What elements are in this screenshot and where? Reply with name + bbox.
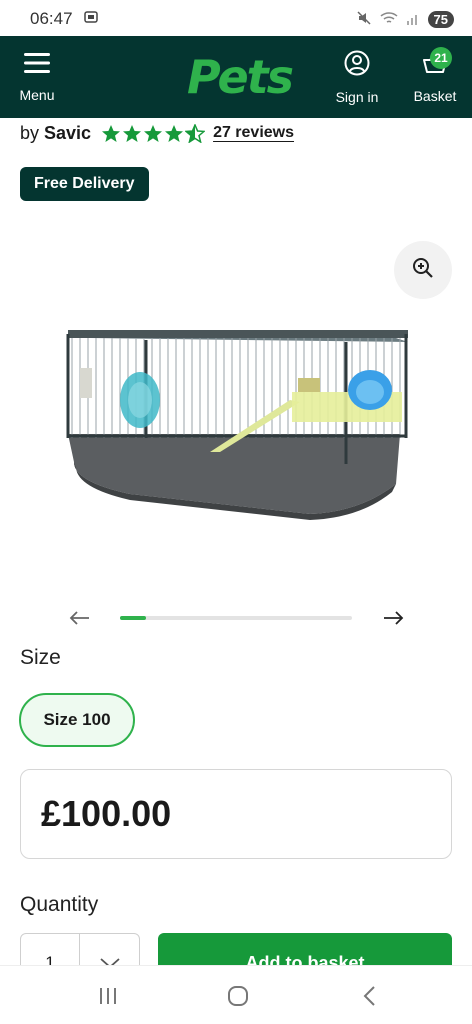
wifi-icon xyxy=(380,10,398,29)
carousel-next-button[interactable] xyxy=(381,606,405,630)
star-full-icon xyxy=(165,124,184,142)
back-icon xyxy=(363,986,375,1006)
signin-label: Sign in xyxy=(335,88,379,105)
home-button[interactable] xyxy=(226,984,250,1008)
carousel-progress xyxy=(120,616,352,620)
menu-button[interactable]: Menu xyxy=(14,36,60,118)
signin-button[interactable]: Sign in xyxy=(330,36,384,118)
rating-stars xyxy=(101,123,206,143)
zoom-in-icon xyxy=(412,257,434,284)
system-nav-bar xyxy=(0,965,472,1024)
status-time: 06:47 xyxy=(30,9,73,28)
star-full-icon xyxy=(144,124,163,142)
battery-indicator: 75 xyxy=(427,10,454,28)
reviews-link[interactable]: 27 reviews xyxy=(213,124,294,142)
pets-logo[interactable]: Pets xyxy=(187,50,294,104)
menu-label: Menu xyxy=(19,86,55,103)
hamster-cage-illustration xyxy=(66,330,408,520)
size-option-selected[interactable]: Size 100 xyxy=(19,693,135,747)
basket-label: Basket xyxy=(413,87,457,104)
basket-icon: 21 xyxy=(422,46,452,80)
hamburger-icon xyxy=(24,52,50,79)
mute-icon xyxy=(356,10,372,29)
carousel-progress-fill xyxy=(120,616,146,620)
basket-button[interactable]: 21 Basket xyxy=(410,36,460,118)
star-full-icon xyxy=(123,124,142,142)
basket-count-badge: 21 xyxy=(430,46,452,69)
arrow-left-icon xyxy=(69,611,89,625)
back-button[interactable] xyxy=(358,984,382,1008)
free-delivery-badge: Free Delivery xyxy=(20,167,149,201)
recent-apps-icon xyxy=(100,988,116,1004)
home-icon xyxy=(228,986,248,1006)
screenshot-icon xyxy=(83,9,99,30)
star-half-icon xyxy=(185,123,206,143)
status-bar: 06:47 75 xyxy=(0,0,472,38)
product-byline: by Savic 27 reviews xyxy=(20,120,294,146)
recent-apps-button[interactable] xyxy=(96,984,120,1008)
signal-icon xyxy=(406,11,420,28)
size-heading: Size xyxy=(20,646,61,669)
product-image[interactable] xyxy=(60,312,412,522)
price-panel: £100.00 xyxy=(20,769,452,859)
site-header: Menu Pets Sign in 21 Basket xyxy=(0,36,472,118)
user-icon xyxy=(344,50,370,81)
arrow-right-icon xyxy=(384,611,404,625)
price-value: £100.00 xyxy=(41,793,172,834)
star-full-icon xyxy=(102,124,121,142)
brand-link[interactable]: Savic xyxy=(44,123,91,144)
zoom-button[interactable] xyxy=(394,241,452,299)
by-text: by xyxy=(20,122,40,143)
carousel-prev-button[interactable] xyxy=(68,606,92,630)
quantity-heading: Quantity xyxy=(20,893,99,916)
